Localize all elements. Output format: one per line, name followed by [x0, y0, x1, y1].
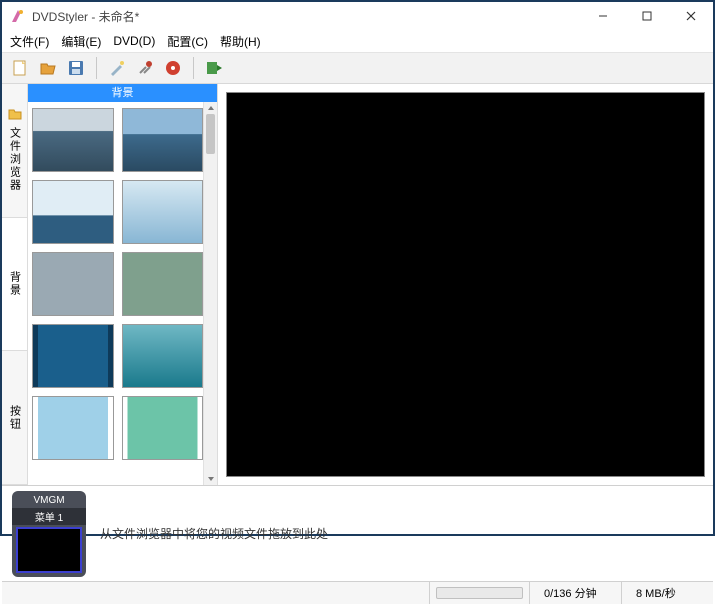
menu-config[interactable]: 配置(C): [167, 33, 208, 50]
side-tabs: 文件浏览器 背景 按钮: [2, 84, 28, 485]
tab-buttons[interactable]: 按钮: [2, 351, 27, 485]
window-title: DVDStyler - 未命名*: [32, 8, 581, 25]
background-thumbnail[interactable]: [122, 180, 204, 244]
scrollbar-thumb[interactable]: [206, 114, 215, 154]
vmgm-menu-thumbnail[interactable]: [16, 527, 82, 573]
statusbar: 0/136 分钟 8 MB/秒: [2, 581, 713, 604]
background-thumbnail[interactable]: [32, 252, 114, 316]
maximize-button[interactable]: [625, 2, 669, 30]
vmgm-menu-label: 菜单 1: [12, 508, 86, 525]
toolbar-separator: [193, 57, 194, 79]
minimize-button[interactable]: [581, 2, 625, 30]
app-icon: [10, 8, 26, 24]
category-header[interactable]: 背景: [28, 84, 217, 102]
run-button[interactable]: [202, 56, 226, 80]
wizard-button[interactable]: [105, 56, 129, 80]
settings-button[interactable]: [133, 56, 157, 80]
tab-background[interactable]: 背景: [2, 218, 27, 352]
tab-file-browser[interactable]: 文件浏览器: [2, 84, 27, 218]
close-button[interactable]: [669, 2, 713, 30]
vmgm-title: VMGM: [16, 495, 82, 506]
menu-dvd[interactable]: DVD(D): [113, 34, 155, 48]
background-thumbnail[interactable]: [32, 396, 114, 460]
open-button[interactable]: [36, 56, 60, 80]
status-progress: [429, 582, 529, 604]
timeline-strip[interactable]: VMGM 菜单 1 从文件浏览器中将您的视频文件拖放到此处: [2, 485, 713, 581]
status-bitrate: 8 MB/秒: [621, 582, 713, 604]
menubar: 文件(F) 编辑(E) DVD(D) 配置(C) 帮助(H): [2, 30, 713, 52]
thumbnail-scrollbar[interactable]: [203, 102, 217, 485]
menu-preview-canvas[interactable]: [226, 92, 705, 477]
folder-icon: [8, 108, 22, 123]
preview-area: [218, 84, 713, 485]
tab-buttons-label: 按钮: [7, 405, 23, 431]
burn-button[interactable]: [161, 56, 185, 80]
background-thumbnail[interactable]: [122, 108, 204, 172]
menu-file[interactable]: 文件(F): [10, 33, 49, 50]
background-thumbnail[interactable]: [122, 396, 204, 460]
tab-background-label: 背景: [7, 271, 23, 297]
tab-file-browser-label: 文件浏览器: [7, 127, 23, 192]
toolbar: [2, 52, 713, 84]
status-duration: 0/136 分钟: [529, 582, 621, 604]
save-button[interactable]: [64, 56, 88, 80]
toolbar-separator: [96, 57, 97, 79]
menu-edit[interactable]: 编辑(E): [61, 33, 101, 50]
menu-help[interactable]: 帮助(H): [220, 33, 261, 50]
background-thumbnail[interactable]: [122, 252, 204, 316]
thumbnail-panel: 背景: [28, 84, 218, 485]
background-thumbnail[interactable]: [122, 324, 204, 388]
background-thumbnail[interactable]: [32, 180, 114, 244]
drop-hint-text: 从文件浏览器中将您的视频文件拖放到此处: [100, 525, 328, 542]
vmgm-block[interactable]: VMGM 菜单 1: [12, 491, 86, 577]
background-thumbnail[interactable]: [32, 324, 114, 388]
new-button[interactable]: [8, 56, 32, 80]
scroll-up-arrow[interactable]: [204, 102, 217, 114]
scroll-down-arrow[interactable]: [204, 473, 217, 485]
background-thumbnail[interactable]: [32, 108, 114, 172]
